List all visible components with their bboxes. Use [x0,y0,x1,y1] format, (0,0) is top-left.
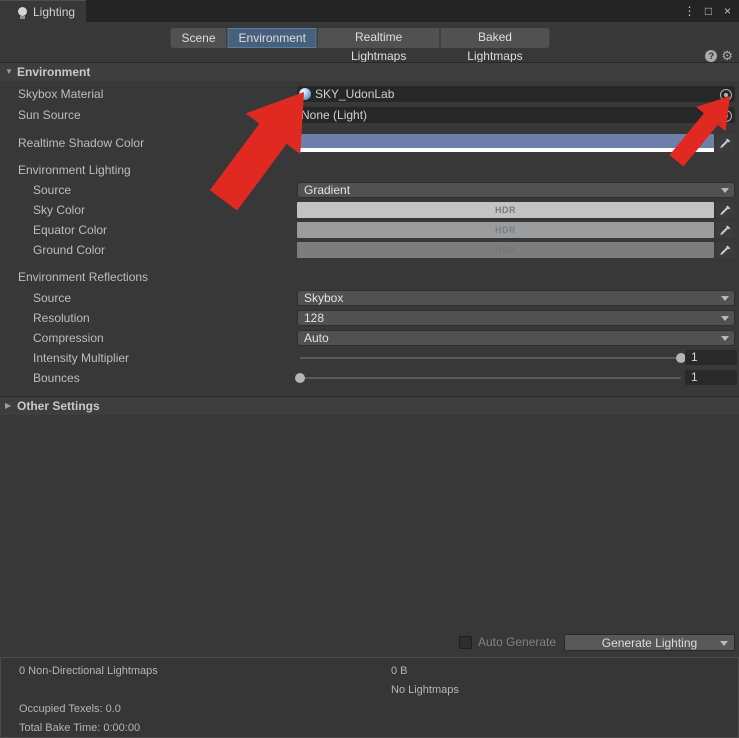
skybox-material-value: SKY_UdonLab [315,87,395,101]
ground-color-swatch[interactable]: HDR [297,242,714,258]
bounces-slider[interactable] [295,370,681,386]
window-menu-icon[interactable]: ⋮ [682,4,697,18]
lighting-source-label: Source [33,183,72,197]
hdr-badge: HDR [495,225,516,235]
equator-color-swatch[interactable]: HDR [297,222,714,238]
titlebar: Lighting ⋮ □ × [0,0,739,22]
settings-gear-icon[interactable]: ⚙ [721,49,733,62]
object-picker-icon[interactable] [720,89,732,101]
help-icon[interactable]: ? [705,49,718,62]
toolbar-icons: ? ⚙ [705,49,733,62]
resolution-dropdown[interactable]: 128 [297,310,735,326]
status-lightmaps-count: 0 Non-Directional Lightmaps [19,665,158,677]
eyedropper-button[interactable] [716,202,735,218]
foldout-closed-icon: ▶ [5,401,12,410]
realtime-shadow-color-swatch[interactable] [297,134,714,152]
compression-value: Auto [304,331,329,345]
chevron-down-icon [721,188,729,193]
eyedropper-icon [720,205,731,215]
eyedropper-button[interactable] [716,134,735,152]
reflections-source-value: Skybox [304,291,344,305]
reflections-source-label: Source [33,291,72,305]
window-controls: ⋮ □ × [682,0,735,22]
lighting-source-value: Gradient [304,183,351,197]
hdr-badge: HDR [495,205,516,215]
other-settings-section-header[interactable]: ▶ Other Settings [0,396,739,415]
other-settings-title: Other Settings [17,399,100,413]
intensity-multiplier-slider[interactable] [300,350,686,366]
environment-reflections-header: Environment Reflections [18,270,149,284]
generate-lighting-label: Generate Lighting [601,635,698,650]
slider-track[interactable] [300,357,681,359]
bounces-value[interactable]: 1 [685,370,737,385]
auto-generate-checkbox[interactable] [459,636,472,649]
environment-section-header[interactable]: ▼ Environment [0,62,739,81]
status-total-bake-time: Total Bake Time: 0:00:00 [19,722,141,734]
compression-dropdown[interactable]: Auto [297,330,735,346]
equator-color-label: Equator Color [33,223,108,237]
eyedropper-icon [720,138,731,148]
status-occupied-texels: Occupied Texels: 0.0 [19,703,121,715]
chevron-down-icon [720,641,728,646]
alpha-bar [297,148,714,152]
status-memory: 0 B [391,665,408,677]
material-sphere-icon [299,88,311,100]
tab-realtime-lightmaps[interactable]: Realtime Lightmaps [317,28,441,63]
sun-source-field[interactable]: None (Light) [297,107,735,123]
status-lightmaps-info: No Lightmaps [391,684,459,696]
chevron-down-icon [721,336,729,341]
view-tabs: Scene Environment Realtime Lightmaps Bak… [170,28,550,63]
chevron-down-icon [721,316,729,321]
tab-baked-lightmaps[interactable]: Baked Lightmaps [440,28,550,63]
intensity-multiplier-label: Intensity Multiplier [33,351,130,365]
window-maximize-icon[interactable]: □ [701,4,716,18]
resolution-value: 128 [304,311,325,325]
reflections-source-dropdown[interactable]: Skybox [297,290,735,306]
slider-handle[interactable] [295,373,305,383]
skybox-material-field[interactable]: SKY_UdonLab [297,86,735,102]
status-panel: 0 Non-Directional Lightmaps 0 B No Light… [0,657,739,738]
lighting-source-dropdown[interactable]: Gradient [297,182,735,198]
foldout-open-icon: ▼ [5,67,13,76]
window-close-icon[interactable]: × [720,4,735,18]
tab-scene[interactable]: Scene [170,28,228,48]
eyedropper-button[interactable] [716,222,735,238]
ground-color-label: Ground Color [33,243,106,257]
window-title: Lighting [33,4,76,19]
realtime-shadow-color-label: Realtime Shadow Color [18,136,145,150]
environment-section-title: Environment [17,65,91,79]
generate-row: Auto Generate Generate Lighting [0,634,739,653]
window-tab-lighting[interactable]: Lighting [0,0,86,22]
auto-generate-label: Auto Generate [478,635,557,649]
sky-color-swatch[interactable]: HDR [297,202,714,218]
chevron-down-icon [721,296,729,301]
generate-lighting-button[interactable]: Generate Lighting [564,634,735,651]
toolbar: Scene Environment Realtime Lightmaps Bak… [0,22,739,63]
slider-track[interactable] [300,377,681,379]
hdr-badge: HDR [495,245,516,255]
intensity-multiplier-value[interactable]: 1 [685,350,737,365]
lightbulb-icon [18,7,27,19]
tab-environment[interactable]: Environment [227,28,318,48]
sun-source-label: Sun Source [18,108,81,122]
bounces-label: Bounces [33,371,80,385]
eyedropper-button[interactable] [716,242,735,258]
sun-source-value: None (Light) [301,108,368,122]
skybox-material-label: Skybox Material [18,87,104,101]
eyedropper-icon [720,245,731,255]
object-picker-icon[interactable] [720,110,732,122]
compression-label: Compression [33,331,104,345]
sky-color-label: Sky Color [33,203,86,217]
environment-lighting-header: Environment Lighting [18,163,131,177]
resolution-label: Resolution [33,311,90,325]
lighting-window: Lighting ⋮ □ × Scene Environment Realtim… [0,0,739,738]
eyedropper-icon [720,225,731,235]
